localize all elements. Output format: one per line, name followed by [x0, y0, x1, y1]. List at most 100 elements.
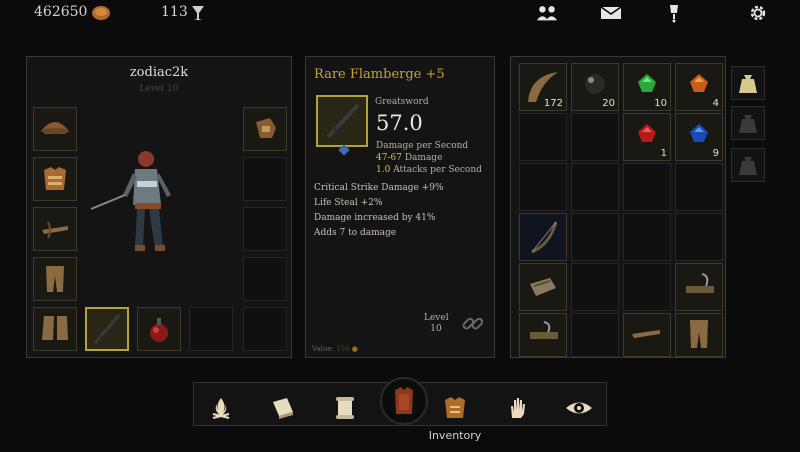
item-count: 10 [654, 98, 667, 109]
inventory-slot[interactable] [519, 113, 567, 161]
chest-armor-icon[interactable] [438, 391, 472, 425]
mail-icon[interactable] [600, 3, 622, 23]
item-level-value: 10 [430, 324, 442, 334]
friends-icon[interactable] [536, 3, 558, 23]
bag-tab[interactable] [731, 148, 765, 182]
top-bar: 462650 113 [0, 0, 800, 26]
inventory-slot[interactable]: 10 [623, 63, 671, 111]
goblet-icon [187, 3, 209, 23]
attacks-label: Attacks per Second [393, 165, 482, 175]
inventory-panel: 172 20 10 4 1 9 [510, 56, 726, 358]
armor-icon[interactable] [380, 377, 428, 425]
bag-tab[interactable] [731, 66, 765, 100]
inventory-slot[interactable]: 1 [623, 113, 671, 161]
equipped-greatsword-slot[interactable] [85, 307, 129, 351]
scroll-icon[interactable] [328, 391, 362, 425]
item-level-label: Level [424, 313, 449, 323]
inventory-slot[interactable] [571, 163, 619, 211]
helmet-slot[interactable] [33, 107, 77, 151]
item-count: 9 [712, 148, 719, 159]
bag-tab[interactable] [731, 106, 765, 140]
bracer-icon [530, 278, 556, 296]
gold-amount: 462650 [34, 4, 88, 20]
value-amount: 156 [336, 345, 350, 353]
item-count: 4 [712, 98, 719, 109]
greatsword-icon [326, 103, 360, 139]
helmet-icon [41, 122, 69, 134]
bag-icon [739, 115, 757, 133]
inventory-slot[interactable] [571, 113, 619, 161]
empty-equip-slot[interactable] [243, 207, 287, 251]
eye-icon[interactable] [562, 391, 596, 425]
item-name: Rare Flamberge +5 [314, 67, 445, 82]
chest-slot[interactable] [33, 157, 77, 201]
greatsword-icon [93, 314, 121, 344]
empty-equip-slot[interactable] [189, 307, 233, 351]
inventory-slot[interactable] [519, 163, 567, 211]
inventory-slot[interactable] [623, 213, 671, 261]
item-stat: Adds 7 to damage [314, 228, 397, 238]
empty-equip-slot[interactable] [243, 307, 287, 351]
inventory-slot[interactable] [571, 313, 619, 357]
inventory-slot[interactable] [675, 213, 723, 261]
item-count: 20 [602, 98, 615, 109]
gear-icon[interactable] [747, 3, 769, 23]
inventory-slot[interactable] [675, 313, 723, 357]
gold-bag-icon [739, 75, 757, 93]
gems-amount: 113 [161, 4, 188, 20]
link-icon[interactable] [460, 311, 486, 341]
nav-active-label: Inventory [428, 429, 482, 442]
dps-label: Damage per Second [376, 141, 469, 151]
bag-icon [739, 157, 757, 175]
inventory-slot[interactable]: 9 [675, 113, 723, 161]
book-icon[interactable] [266, 391, 300, 425]
item-dps: 57.0 [376, 111, 423, 135]
inventory-slot[interactable] [519, 263, 567, 311]
item-detail-panel: Rare Flamberge +5 Greatsword 57.0 Damage… [305, 56, 495, 358]
empty-equip-slot[interactable] [243, 257, 287, 301]
value-label: Value: [312, 345, 334, 353]
item-stat: Damage increased by 41% [314, 213, 436, 223]
item-count: 1 [660, 148, 667, 159]
legs-slot[interactable] [33, 257, 77, 301]
inventory-slot[interactable] [675, 263, 723, 311]
inventory-slot[interactable] [519, 313, 567, 357]
belt-icon [686, 273, 714, 293]
potion-icon [150, 318, 168, 342]
inventory-slot[interactable]: 172 [519, 63, 567, 111]
damage-label: Damage [404, 153, 443, 163]
crossbow-icon [632, 330, 660, 338]
inventory-slot[interactable] [571, 213, 619, 261]
leg-armor-icon [46, 266, 64, 292]
character-panel: zodiac2k Level 10 [26, 56, 292, 358]
attacks-per-second: 1.0 [376, 165, 391, 175]
empty-equip-slot[interactable] [243, 157, 287, 201]
inventory-slot[interactable] [675, 163, 723, 211]
gloves-icon [256, 118, 276, 138]
potion-slot[interactable] [137, 307, 181, 351]
bottom-nav [193, 377, 607, 426]
inventory-slot[interactable]: 4 [675, 63, 723, 111]
item-stat: Life Steal +2% [314, 198, 383, 208]
coin-icon [90, 3, 112, 23]
inventory-slot[interactable]: 20 [571, 63, 619, 111]
inventory-slot[interactable] [571, 263, 619, 311]
inventory-slot[interactable] [623, 313, 671, 357]
hand-icon[interactable] [500, 391, 534, 425]
gloves-slot[interactable] [243, 107, 287, 151]
notification-icon[interactable] [663, 3, 685, 23]
inventory-slot[interactable] [519, 213, 567, 261]
item-stat: Critical Strike Damage +9% [314, 183, 444, 193]
character-avatar [89, 145, 189, 265]
boots-slot[interactable] [33, 307, 77, 351]
bow-icon [531, 221, 558, 254]
weapon-slot[interactable] [33, 207, 77, 251]
item-type: Greatsword [375, 97, 429, 107]
crossbow-icon [42, 221, 68, 239]
chest-armor-icon [44, 167, 66, 190]
inventory-slot[interactable] [623, 263, 671, 311]
campfire-icon[interactable] [204, 391, 238, 425]
inventory-slot[interactable] [623, 163, 671, 211]
belt-icon [530, 321, 558, 339]
damage-range: 47-67 [376, 153, 402, 163]
